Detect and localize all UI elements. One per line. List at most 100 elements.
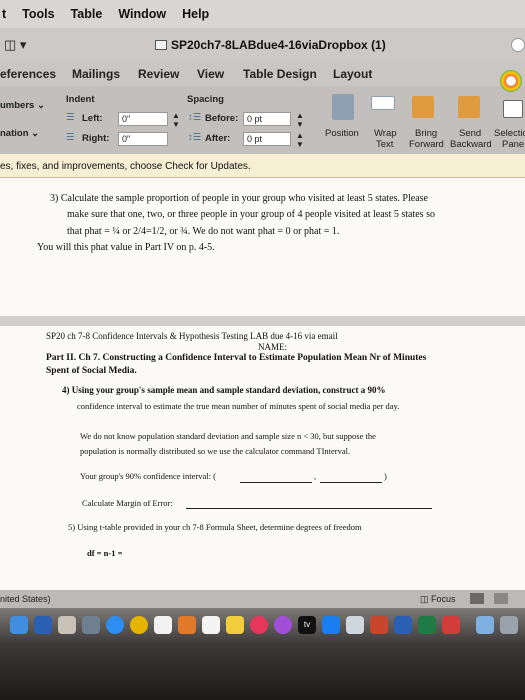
finder-icon[interactable] bbox=[10, 616, 28, 634]
word-icon[interactable] bbox=[34, 616, 52, 634]
status-bar: nited States) ◫ Focus bbox=[0, 590, 525, 608]
indent-heading: Indent bbox=[66, 94, 95, 105]
app-icon[interactable] bbox=[442, 616, 460, 634]
part2-title-line-2: Spent of Social Media. bbox=[46, 366, 137, 376]
podcasts-icon[interactable] bbox=[274, 616, 292, 634]
photos-icon[interactable] bbox=[58, 616, 76, 634]
word-app-icon[interactable] bbox=[394, 616, 412, 634]
spacing-heading: Spacing bbox=[187, 94, 224, 105]
save-icon[interactable]: ◫ ▾ bbox=[4, 37, 26, 53]
document-title-text: SP20ch7-8LABdue4-16viaDropbox (1) bbox=[171, 38, 386, 52]
tab-table-design[interactable]: Table Design bbox=[243, 67, 317, 81]
menu-item-format[interactable]: t bbox=[2, 7, 6, 21]
text-icon[interactable] bbox=[202, 616, 220, 634]
document-page-1: 3) Calculate the sample proportion of pe… bbox=[0, 178, 525, 316]
page-gap bbox=[0, 316, 525, 326]
numbers-dropdown[interactable]: umbers ⌄ bbox=[0, 100, 45, 111]
bring-forward-label-1[interactable]: Bring bbox=[415, 128, 437, 139]
position-button-label[interactable]: Position bbox=[325, 128, 359, 139]
ci-upper-blank[interactable] bbox=[320, 482, 382, 483]
spacing-before-input[interactable]: 0 pt bbox=[243, 112, 291, 126]
update-message-text: es, fixes, and improvements, choose Chec… bbox=[0, 161, 251, 172]
ci-lower-blank[interactable] bbox=[240, 482, 312, 483]
nation-dropdown[interactable]: nation ⌄ bbox=[0, 128, 39, 139]
app-store-icon[interactable] bbox=[322, 616, 340, 634]
launchpad-icon[interactable] bbox=[82, 616, 100, 634]
send-backward-label-1[interactable]: Send bbox=[459, 128, 481, 139]
document-icon bbox=[155, 40, 167, 50]
user-icon[interactable] bbox=[511, 38, 525, 52]
selection-pane-icon[interactable] bbox=[503, 100, 523, 118]
document-page-2: SP20 ch 7-8 Confidence Intervals & Hypot… bbox=[0, 326, 525, 590]
powerpoint-icon[interactable] bbox=[370, 616, 388, 634]
folder-icon[interactable] bbox=[476, 616, 494, 634]
note-line-1: We do not know population standard devia… bbox=[80, 431, 376, 441]
spacing-after-label: After: bbox=[205, 133, 231, 144]
tab-review[interactable]: Review bbox=[138, 67, 179, 81]
q4-line-1: 4) Using your group's sample mean and sa… bbox=[62, 385, 386, 395]
chrome-icon[interactable] bbox=[130, 616, 148, 634]
confidence-interval-label: Your group's 90% confidence interval: ( bbox=[80, 471, 216, 481]
wrap-text-label-1[interactable]: Wrap bbox=[374, 128, 397, 139]
print-layout-icon[interactable] bbox=[470, 593, 484, 604]
indent-right-icon: ☰ bbox=[66, 132, 75, 143]
wrap-text-label-2[interactable]: Text bbox=[376, 139, 393, 150]
selection-pane-label-1[interactable]: Selectic bbox=[494, 128, 525, 139]
grapher-icon[interactable] bbox=[178, 616, 196, 634]
music-icon[interactable] bbox=[250, 616, 268, 634]
tab-references[interactable]: eferences bbox=[0, 67, 56, 81]
menu-item-tools[interactable]: Tools bbox=[22, 7, 54, 21]
df-line: df = n-1 = bbox=[87, 548, 123, 558]
tab-view[interactable]: View bbox=[197, 67, 224, 81]
web-layout-icon[interactable] bbox=[494, 593, 508, 604]
assistant-icon[interactable] bbox=[500, 70, 522, 92]
indent-left-icon: ☰ bbox=[66, 112, 75, 123]
spacing-after-stepper[interactable]: ▲ ▼ bbox=[296, 131, 304, 149]
position-icon[interactable] bbox=[332, 94, 354, 120]
bring-forward-icon[interactable] bbox=[412, 96, 434, 118]
spacing-after-input[interactable]: 0 pt bbox=[243, 132, 291, 146]
bring-forward-label-2[interactable]: Forward bbox=[409, 139, 444, 150]
note-line-2: population is normally distributed so we… bbox=[80, 446, 351, 456]
selection-pane-label-2[interactable]: Pane bbox=[502, 139, 524, 150]
menu-item-window[interactable]: Window bbox=[118, 7, 166, 21]
ci-comma: , bbox=[314, 471, 317, 481]
safari-icon[interactable] bbox=[106, 616, 124, 634]
indent-left-label: Left: bbox=[82, 113, 103, 124]
page-header: SP20 ch 7-8 Confidence Intervals & Hypot… bbox=[46, 331, 338, 341]
spacing-before-stepper[interactable]: ▲ ▼ bbox=[296, 111, 304, 129]
name-label: NAME: bbox=[258, 342, 287, 352]
q5-line: 5) Using t-table provided in your ch 7-8… bbox=[68, 522, 362, 532]
title-bar: ◫ ▾ SP20ch7-8LABdue4-16viaDropbox (1) bbox=[0, 28, 525, 62]
margin-of-error-blank[interactable] bbox=[186, 508, 432, 509]
send-backward-icon[interactable] bbox=[458, 96, 480, 118]
spacing-before-icon: ↕☰ bbox=[188, 112, 202, 123]
margin-of-error-label: Calculate Margin of Error: bbox=[82, 498, 173, 508]
trash-icon[interactable] bbox=[500, 616, 518, 634]
part2-title-line-1: Part II. Ch 7. Constructing a Confidence… bbox=[46, 353, 427, 363]
ribbon-tabs: eferences Mailings Review View Table Des… bbox=[0, 62, 525, 86]
spacing-before-label: Before: bbox=[205, 113, 239, 124]
menu-item-help[interactable]: Help bbox=[182, 7, 209, 21]
focus-button[interactable]: ◫ Focus bbox=[420, 594, 456, 605]
tab-layout[interactable]: Layout bbox=[333, 67, 372, 81]
send-backward-label-2[interactable]: Backward bbox=[450, 139, 492, 150]
calendar-icon[interactable] bbox=[154, 616, 172, 634]
excel-icon[interactable] bbox=[418, 616, 436, 634]
apple-tv-icon[interactable]: tv bbox=[298, 616, 316, 634]
q3-line-3: that phat = ¼ or 2/4=1/2, or ¾. We do no… bbox=[67, 226, 340, 237]
menu-item-table[interactable]: Table bbox=[71, 7, 103, 21]
menu-bar: t Tools Table Window Help bbox=[0, 0, 525, 28]
spacing-after-icon: ↕☰ bbox=[188, 132, 202, 143]
ribbon: umbers ⌄ nation ⌄ Indent ☰ Left: 0" ▲ ▼ ☰… bbox=[0, 86, 525, 154]
language-label[interactable]: nited States) bbox=[0, 594, 51, 604]
wrap-text-icon[interactable] bbox=[371, 96, 395, 110]
ci-close-paren: ) bbox=[384, 471, 387, 481]
notes-icon[interactable] bbox=[226, 616, 244, 634]
indent-left-input[interactable]: 0" bbox=[118, 112, 168, 126]
indent-left-stepper[interactable]: ▲ ▼ bbox=[172, 111, 180, 129]
tab-mailings[interactable]: Mailings bbox=[72, 67, 120, 81]
preview-icon[interactable] bbox=[346, 616, 364, 634]
indent-right-input[interactable]: 0" bbox=[118, 132, 168, 146]
q3-line-4: You will this phat value in Part IV on p… bbox=[37, 242, 215, 253]
